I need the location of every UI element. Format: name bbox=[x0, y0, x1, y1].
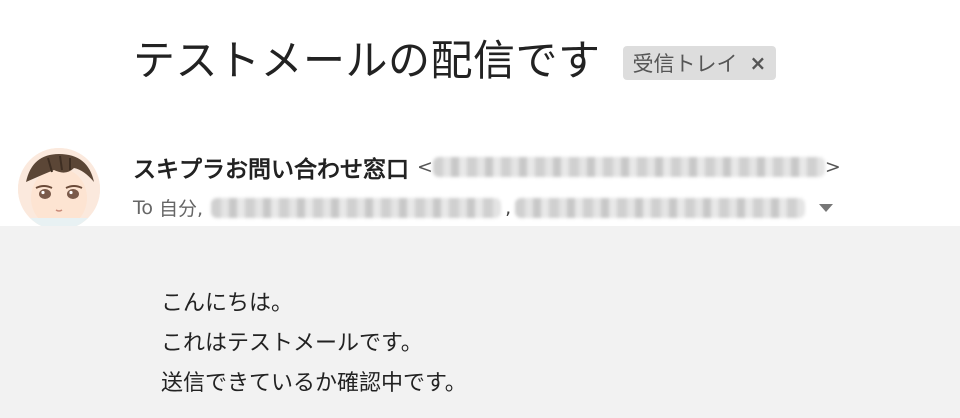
body-line: 送信できているか確認中です。 bbox=[161, 371, 467, 396]
body-line: これはテストメールです。 bbox=[161, 331, 423, 356]
body-line: こんにちは。 bbox=[161, 291, 294, 316]
chevron-down-icon[interactable] bbox=[819, 203, 834, 212]
sender-email-close: > bbox=[824, 156, 841, 178]
recipient-self: 自分, bbox=[159, 198, 204, 220]
sender-name[interactable]: スキプラお問い合わせ窓口 bbox=[133, 150, 409, 184]
redacted-recipient-2 bbox=[515, 197, 806, 218]
avatar[interactable] bbox=[18, 148, 100, 230]
message-header: スキプラお問い合わせ窓口 < > To 自分, , bbox=[0, 136, 960, 230]
subject-row: テストメールの配信です 受信トレイ × bbox=[133, 32, 777, 90]
avatar-illustration bbox=[18, 148, 100, 230]
recipients-line: To 自分, , bbox=[133, 194, 834, 221]
redacted-sender-email bbox=[432, 157, 825, 177]
label-chip-inbox[interactable]: 受信トレイ × bbox=[622, 46, 777, 80]
sender-email-open: < bbox=[417, 156, 433, 178]
message-body-text: こんにちは。 これはテストメールです。 送信できているか確認中です。 bbox=[161, 284, 467, 404]
label-chip-text: 受信トレイ bbox=[632, 52, 738, 76]
redacted-recipient-1 bbox=[211, 197, 502, 218]
email-view: テストメールの配信です 受信トレイ × スキプラお問い合わせ窓口 < > To … bbox=[0, 0, 960, 418]
recipient-separator: , bbox=[505, 196, 512, 219]
sender-line: スキプラお問い合わせ窓口 < > bbox=[133, 150, 841, 184]
to-prefix: To bbox=[133, 196, 154, 219]
close-icon[interactable]: × bbox=[750, 51, 767, 75]
sender-email: < > bbox=[417, 156, 841, 178]
email-subject: テストメールの配信です bbox=[133, 36, 601, 85]
message-body: こんにちは。 これはテストメールです。 送信できているか確認中です。 bbox=[0, 226, 960, 418]
